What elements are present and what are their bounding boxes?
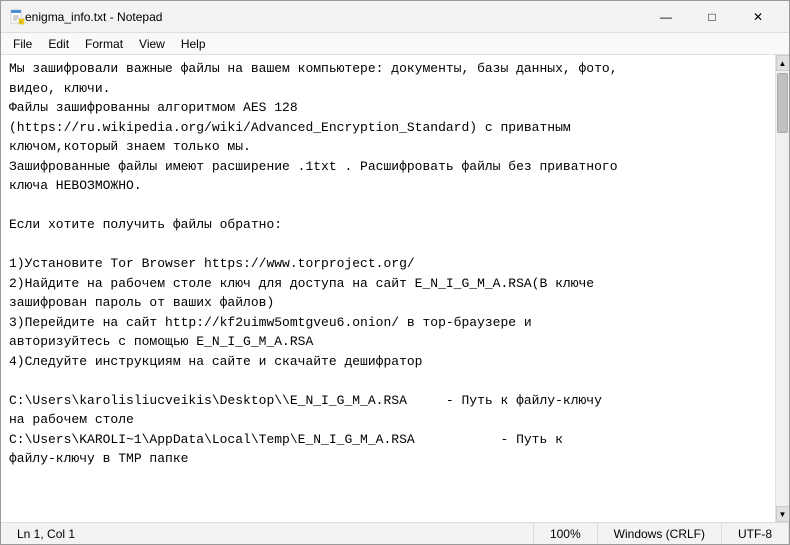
scroll-up-arrow[interactable]: ▲ — [776, 55, 790, 71]
minimize-button[interactable]: — — [643, 1, 689, 33]
vertical-scrollbar[interactable]: ▲ ▼ — [775, 55, 789, 522]
content-area: Мы зашифровали важные файлы на вашем ком… — [1, 55, 789, 522]
title-bar: enigma_info.txt - Notepad — □ ✕ — [1, 1, 789, 33]
maximize-button[interactable]: □ — [689, 1, 735, 33]
scroll-thumb[interactable] — [777, 73, 788, 133]
window-title: enigma_info.txt - Notepad — [25, 10, 643, 24]
menu-file[interactable]: File — [5, 35, 40, 53]
menu-edit[interactable]: Edit — [40, 35, 77, 53]
text-content[interactable]: Мы зашифровали важные файлы на вашем ком… — [1, 55, 775, 522]
notepad-window: enigma_info.txt - Notepad — □ ✕ File Edi… — [0, 0, 790, 545]
app-icon — [9, 9, 25, 25]
scroll-down-arrow[interactable]: ▼ — [776, 506, 790, 522]
status-line-ending: Windows (CRLF) — [598, 523, 722, 544]
menu-format[interactable]: Format — [77, 35, 131, 53]
scroll-track[interactable] — [776, 71, 789, 506]
menu-view[interactable]: View — [131, 35, 173, 53]
window-controls: — □ ✕ — [643, 1, 781, 33]
menu-bar: File Edit Format View Help — [1, 33, 789, 55]
status-position: Ln 1, Col 1 — [1, 523, 534, 544]
status-encoding: UTF-8 — [722, 523, 789, 544]
status-bar: Ln 1, Col 1 100% Windows (CRLF) UTF-8 — [1, 522, 789, 544]
close-button[interactable]: ✕ — [735, 1, 781, 33]
menu-help[interactable]: Help — [173, 35, 214, 53]
status-zoom: 100% — [534, 523, 598, 544]
